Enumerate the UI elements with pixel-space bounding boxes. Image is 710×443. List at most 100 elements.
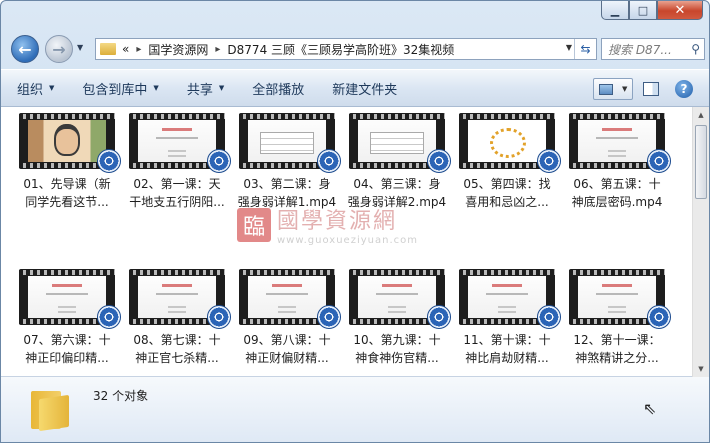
file-name-line2: 同学先看这节... bbox=[25, 195, 109, 209]
chevron-right-icon: ▸ bbox=[136, 43, 142, 55]
file-name-line2: 神正财偏财精... bbox=[245, 351, 329, 365]
include-in-library-menu[interactable]: 包含到库中 ▼ bbox=[82, 79, 158, 98]
window-controls: ▁ □ ✕ bbox=[601, 1, 703, 20]
mouse-cursor-icon: ⇖ bbox=[643, 399, 657, 418]
file-name-line1: 11、第十课：十 bbox=[463, 333, 551, 347]
help-button[interactable]: ? bbox=[675, 80, 693, 98]
file-name: 05、第四课：找 喜用和忌凶之... bbox=[455, 175, 559, 211]
organize-menu[interactable]: 组织 ▼ bbox=[17, 79, 54, 98]
media-player-icon bbox=[427, 305, 451, 329]
watermark-url: www.guoxueziyuan.com bbox=[277, 235, 418, 246]
media-player-icon bbox=[97, 305, 121, 329]
file-name-line2: 干地支五行阴阳... bbox=[129, 195, 225, 209]
scroll-up-button[interactable]: ▲ bbox=[693, 107, 709, 123]
help-icon: ? bbox=[680, 82, 688, 96]
file-name: 01、先导课（新 同学先看这节... bbox=[15, 175, 119, 211]
file-name-line2: 神正官七杀精... bbox=[135, 351, 219, 365]
scroll-down-button[interactable]: ▼ bbox=[693, 361, 709, 377]
file-name-line1: 01、先导课（新 bbox=[23, 177, 111, 191]
search-input[interactable]: 搜索 D87... ⚲ bbox=[601, 38, 705, 60]
search-placeholder: 搜索 D87... bbox=[608, 42, 672, 57]
media-player-icon bbox=[647, 149, 671, 173]
explorer-window: ▁ □ ✕ ← → ▼ « ▸ 国学资源网 ▸ D8774 三顾《三顾易学高阶班… bbox=[0, 0, 710, 443]
new-folder-label: 新建文件夹 bbox=[332, 82, 398, 98]
file-name: 06、第五课：十 神底层密码.mp4 bbox=[565, 175, 669, 211]
chevron-down-icon: ▼ bbox=[153, 84, 159, 92]
file-name-line2: 强身弱详解1.mp4 bbox=[237, 195, 337, 209]
file-name: 09、第八课：十 神正财偏财精... bbox=[235, 331, 339, 367]
maximize-button[interactable]: □ bbox=[629, 1, 657, 20]
file-name-line2: 喜用和忌凶之... bbox=[465, 195, 549, 209]
file-name-line1: 03、第二课：身 bbox=[243, 177, 331, 191]
media-player-icon bbox=[317, 305, 341, 329]
file-name-line1: 06、第五课：十 bbox=[573, 177, 661, 191]
preview-pane-button[interactable] bbox=[643, 82, 659, 96]
file-name-line1: 04、第三课：身 bbox=[353, 177, 441, 191]
file-name-line2: 强身弱详解2.mp4 bbox=[347, 195, 447, 209]
file-list: 01、先导课（新 同学先看这节... 02、第一课：天 干地支五行阴阳... 03、第二… bbox=[1, 107, 709, 377]
file-name: 07、第六课：十 神正印偏印精... bbox=[15, 331, 119, 367]
share-label: 共享 bbox=[186, 82, 213, 98]
chevron-down-icon[interactable]: ▼ bbox=[566, 43, 572, 52]
file-name-line1: 12、第十一课： bbox=[573, 333, 661, 347]
file-name: 12、第十一课： 神煞精讲之分... bbox=[565, 331, 669, 367]
address-prefix[interactable]: « bbox=[122, 42, 129, 56]
folder-icon bbox=[100, 43, 116, 55]
address-bar[interactable]: « ▸ 国学资源网 ▸ D8774 三顾《三顾易学高阶班》32集视频 ▼ ⇆ bbox=[95, 38, 597, 60]
back-button[interactable]: ← bbox=[11, 35, 39, 63]
chevron-down-icon: ▼ bbox=[49, 84, 55, 92]
media-player-icon bbox=[537, 305, 561, 329]
chevron-down-icon: ▼ bbox=[621, 85, 628, 93]
chevron-right-icon: ▸ bbox=[215, 43, 221, 55]
right-arrow-icon: → bbox=[52, 39, 66, 59]
breadcrumb-root[interactable]: 国学资源网 bbox=[148, 41, 208, 58]
play-all-label: 全部播放 bbox=[252, 82, 305, 98]
command-bar: 组织 ▼ 包含到库中 ▼ 共享 ▼ 全部播放 新建文件夹 ▼ ? bbox=[1, 69, 709, 107]
view-controls: ▼ ? bbox=[593, 78, 693, 100]
file-name: 11、第十课：十 神比肩劫财精... bbox=[455, 331, 559, 367]
file-name: 08、第七课：十 神正官七杀精... bbox=[125, 331, 229, 367]
file-name-line2: 神食神伤官精... bbox=[355, 351, 439, 365]
file-name-line1: 10、第九课：十 bbox=[353, 333, 441, 347]
search-icon: ⚲ bbox=[691, 42, 700, 56]
include-library-label: 包含到库中 bbox=[82, 82, 148, 98]
new-folder-button[interactable]: 新建文件夹 bbox=[332, 79, 397, 98]
file-name: 04、第三课：身 强身弱详解2.mp4 bbox=[345, 175, 449, 211]
media-player-icon bbox=[427, 149, 451, 173]
file-name-line2: 神底层密码.mp4 bbox=[571, 195, 663, 209]
details-pane: 32 个对象 ⇖ bbox=[1, 377, 709, 442]
left-arrow-icon: ← bbox=[18, 39, 32, 59]
media-player-icon bbox=[647, 305, 671, 329]
breadcrumb-current[interactable]: D8774 三顾《三顾易学高阶班》32集视频 bbox=[227, 41, 454, 58]
change-view-button[interactable]: ▼ bbox=[593, 78, 633, 100]
watermark-seal: 臨 bbox=[237, 207, 271, 242]
item-count: 32 个对象 bbox=[93, 389, 149, 403]
file-name-line1: 02、第一课：天 bbox=[133, 177, 221, 191]
view-icon bbox=[598, 83, 613, 95]
recent-pages-dropdown[interactable]: ▼ bbox=[77, 43, 83, 52]
play-all-button[interactable]: 全部播放 bbox=[252, 79, 304, 98]
folder-icon bbox=[31, 389, 77, 432]
file-name: 10、第九课：十 神食神伤官精... bbox=[345, 331, 449, 367]
chevron-down-icon: ▼ bbox=[218, 84, 225, 92]
media-player-icon bbox=[317, 149, 341, 173]
file-name: 02、第一课：天 干地支五行阴阳... bbox=[125, 175, 229, 211]
organize-label: 组织 bbox=[17, 82, 44, 98]
refresh-icon: ⇆ bbox=[580, 42, 591, 56]
media-player-icon bbox=[207, 149, 231, 173]
refresh-button[interactable]: ⇆ bbox=[574, 39, 596, 59]
file-name: 03、第二课：身 强身弱详解1.mp4 bbox=[235, 175, 339, 211]
navigation-bar: ← → ▼ « ▸ 国学资源网 ▸ D8774 三顾《三顾易学高阶班》32集视频… bbox=[9, 31, 705, 63]
file-name-line2: 神比肩劫财精... bbox=[465, 351, 549, 365]
file-name-line1: 05、第四课：找 bbox=[463, 177, 551, 191]
file-name-line1: 09、第八课：十 bbox=[243, 333, 331, 347]
forward-button[interactable]: → bbox=[45, 35, 73, 63]
scrollbar-thumb[interactable] bbox=[695, 125, 707, 199]
share-menu[interactable]: 共享 ▼ bbox=[187, 79, 224, 98]
vertical-scrollbar[interactable]: ▲ ▼ bbox=[692, 107, 709, 377]
minimize-button[interactable]: ▁ bbox=[601, 1, 629, 20]
media-player-icon bbox=[207, 305, 231, 329]
file-name-line2: 神正印偏印精... bbox=[25, 351, 109, 365]
close-button[interactable]: ✕ bbox=[657, 1, 703, 20]
file-name-line2: 神煞精讲之分... bbox=[575, 351, 659, 365]
